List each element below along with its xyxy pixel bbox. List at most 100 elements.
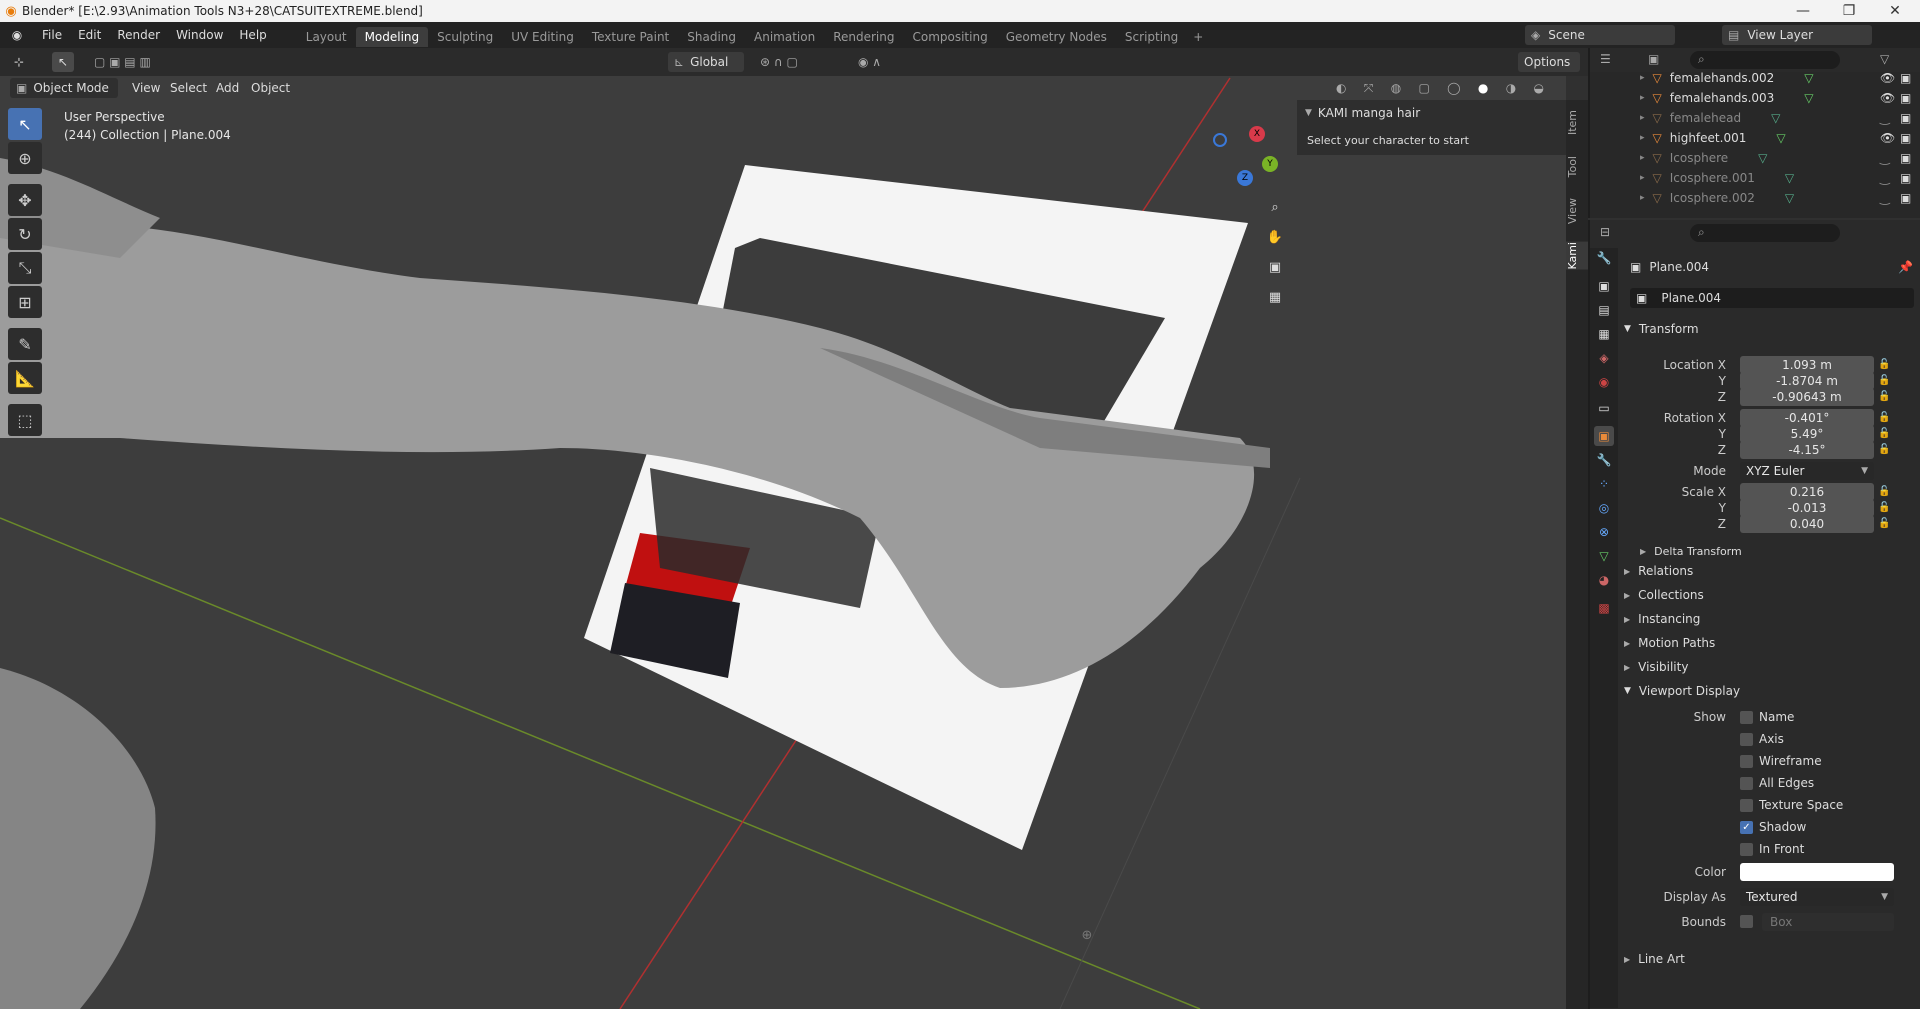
gizmo-neg-z[interactable]: [1213, 133, 1227, 147]
properties-editor-icon[interactable]: ⊟: [1600, 225, 1610, 239]
grid-view-icon[interactable]: ▦: [1263, 285, 1287, 309]
tab-scripting[interactable]: Scripting: [1116, 27, 1187, 47]
bounds-checkbox[interactable]: [1740, 915, 1759, 928]
lock-icon[interactable]: 🔓: [1878, 391, 1890, 402]
sidebar-tab-tool[interactable]: Tool: [1566, 156, 1588, 177]
rendered-shading-icon[interactable]: ◒: [1534, 81, 1544, 95]
select-mode-icons[interactable]: ▢ ▣ ▤ ▥: [88, 52, 180, 72]
material-tab-icon[interactable]: ◕: [1594, 570, 1614, 590]
gizmo-z-axis[interactable]: Z: [1237, 170, 1253, 186]
tab-sculpting[interactable]: Sculpting: [428, 27, 502, 47]
tab-modeling[interactable]: Modeling: [355, 26, 429, 47]
world-tab-icon[interactable]: ◉: [1594, 372, 1614, 392]
navigation-gizmo[interactable]: X Y Z: [1205, 118, 1285, 198]
texture-tab-icon[interactable]: ▩: [1594, 598, 1614, 618]
instancing-panel-header[interactable]: ▶ Instancing: [1624, 608, 1914, 630]
xray-icon[interactable]: ▢: [1419, 81, 1430, 95]
eye-hidden-icon[interactable]: ‿: [1880, 111, 1890, 125]
camera-render-icon[interactable]: ▣: [1900, 71, 1911, 85]
datablock-field[interactable]: ▣ Plane.004: [1630, 288, 1914, 308]
outliner-row[interactable]: ▸ ▽ Icosphere.001 ▽ ‿ ▣: [1590, 168, 1920, 188]
lock-icon[interactable]: 🔓: [1878, 518, 1890, 529]
tool-tab-icon[interactable]: 🔧: [1594, 248, 1614, 268]
solid-shading-icon[interactable]: ●: [1478, 81, 1488, 95]
lock-icon[interactable]: 🔓: [1878, 359, 1890, 370]
sidebar-tab-kami[interactable]: Kami: [1566, 242, 1588, 270]
outliner-row[interactable]: ▸ ▽ femalehead ▽ ‿ ▣: [1590, 108, 1920, 128]
outliner-row[interactable]: ▸ ▽ Icosphere.002 ▽ ‿ ▣: [1590, 188, 1920, 208]
scene-selector[interactable]: ◈ Scene: [1525, 25, 1675, 45]
checkbox-box[interactable]: [1740, 842, 1753, 856]
camera-render-icon[interactable]: ▣: [1900, 151, 1911, 165]
eye-hidden-icon[interactable]: ‿: [1880, 191, 1890, 205]
overlay-toggle-icon[interactable]: ◍: [1391, 81, 1401, 95]
particles-tab-icon[interactable]: ⁘: [1594, 474, 1614, 494]
outliner-row[interactable]: ▸ ▽ femalehands.002 ▽ 👁 ▣: [1590, 68, 1920, 88]
close-button[interactable]: ✕: [1872, 0, 1918, 22]
lock-icon[interactable]: 🔓: [1878, 444, 1890, 455]
checkbox-box[interactable]: [1740, 754, 1753, 768]
menu-file[interactable]: File: [34, 22, 70, 48]
camera-render-icon[interactable]: ▣: [1900, 191, 1911, 205]
tab-animation[interactable]: Animation: [745, 27, 824, 47]
filter-icon[interactable]: ▽: [1880, 52, 1889, 66]
properties-search-input[interactable]: ⌕: [1690, 224, 1840, 242]
eye-hidden-icon[interactable]: ‿: [1880, 151, 1890, 165]
view-layer-tab-icon[interactable]: ▦: [1594, 324, 1614, 344]
eye-icon[interactable]: 👁: [1880, 71, 1895, 85]
menu-edit[interactable]: Edit: [70, 22, 109, 48]
tab-rendering[interactable]: Rendering: [824, 27, 903, 47]
scale-tool-icon[interactable]: ⤡: [8, 252, 42, 284]
render-tab-icon[interactable]: ▣: [1594, 276, 1614, 296]
options-dropdown[interactable]: Options: [1518, 52, 1580, 72]
checkbox-box[interactable]: [1740, 798, 1753, 812]
checkbox-box[interactable]: [1740, 732, 1753, 746]
bounds-dropdown[interactable]: Box: [1762, 913, 1894, 931]
checkmark-icon[interactable]: ✓: [1740, 820, 1753, 834]
outliner-row[interactable]: ▸ ▽ highfeet.001 ▽ 👁 ▣: [1590, 128, 1920, 148]
show-wireframe-checkbox[interactable]: Wireframe: [1740, 754, 1822, 768]
add-workspace-button[interactable]: +: [1187, 27, 1209, 47]
eye-hidden-icon[interactable]: ‿: [1880, 171, 1890, 185]
show-axis-checkbox[interactable]: Axis: [1740, 732, 1784, 746]
pivot-snap-icons[interactable]: ⊛ ∩ ▢: [754, 52, 838, 72]
lock-icon[interactable]: 🔓: [1878, 375, 1890, 386]
checkbox-box[interactable]: [1740, 776, 1753, 790]
line-art-panel-header[interactable]: ▶ Line Art: [1624, 948, 1914, 970]
display-as-dropdown[interactable]: Textured ▼: [1740, 888, 1894, 906]
outliner-row[interactable]: ▸ ▽ femalehands.003 ▽ 👁 ▣: [1590, 88, 1920, 108]
transform-tool-icon[interactable]: ⊞: [8, 286, 42, 318]
sidebar-tab-view[interactable]: View: [1566, 198, 1588, 224]
select-box-tool-icon[interactable]: ↖: [8, 108, 42, 140]
display-mode-icon[interactable]: ▣: [1648, 52, 1659, 66]
transform-panel-header[interactable]: ▼ Transform: [1624, 318, 1914, 340]
scale-z-field[interactable]: 0.040: [1740, 515, 1874, 533]
visibility-panel-header[interactable]: ▶ Visibility: [1624, 656, 1914, 678]
location-z-field[interactable]: -0.90643 m: [1740, 388, 1874, 406]
gizmo-y-axis[interactable]: Y: [1262, 156, 1278, 172]
tab-texture-paint[interactable]: Texture Paint: [583, 27, 678, 47]
sidebar-tab-item[interactable]: Item: [1566, 110, 1588, 135]
motion-paths-panel-header[interactable]: ▶ Motion Paths: [1624, 632, 1914, 654]
zoom-icon[interactable]: ⌕: [1263, 195, 1287, 219]
annotate-tool-icon[interactable]: ✎: [8, 328, 42, 360]
cursor-tool-icon[interactable]: ⊕: [8, 142, 42, 174]
tab-compositing[interactable]: Compositing: [903, 27, 996, 47]
tab-layout[interactable]: Layout: [297, 27, 356, 47]
camera-render-icon[interactable]: ▣: [1900, 171, 1911, 185]
rotate-tool-icon[interactable]: ↻: [8, 218, 42, 250]
pin-icon[interactable]: 📌: [1898, 260, 1913, 274]
wireframe-shading-icon[interactable]: ◯: [1447, 81, 1460, 95]
menu-view[interactable]: View: [126, 78, 166, 98]
menu-add[interactable]: Add: [210, 78, 245, 98]
view-layer-selector[interactable]: ▤ View Layer: [1722, 25, 1872, 45]
measure-tool-icon[interactable]: 📐: [8, 362, 42, 394]
show-in-front-checkbox[interactable]: In Front: [1740, 842, 1804, 856]
outliner-search-input[interactable]: ⌕: [1690, 51, 1840, 69]
eye-icon[interactable]: 👁: [1880, 91, 1895, 105]
constraints-tab-icon[interactable]: ⊗: [1594, 522, 1614, 542]
menu-help[interactable]: Help: [231, 22, 274, 48]
material-shading-icon[interactable]: ◑: [1506, 81, 1516, 95]
mode-dropdown[interactable]: ▣ Object Mode: [10, 78, 118, 98]
orientation-dropdown[interactable]: ⊾ Global: [668, 52, 744, 72]
